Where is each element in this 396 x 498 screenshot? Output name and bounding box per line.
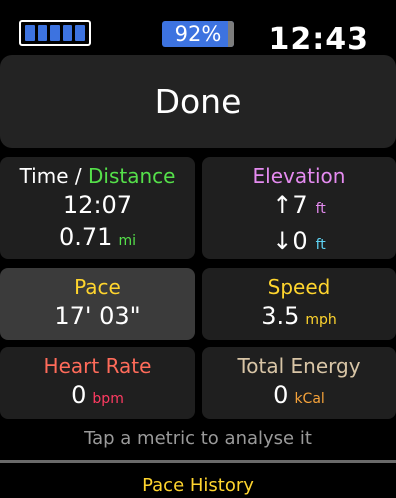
heart-rate-row: 0 bpm [0,379,195,415]
ascent-value: 7 [292,191,308,219]
battery-cell [25,25,35,41]
heart-rate-title: Heart Rate [43,354,152,378]
speed-title: Speed [267,275,331,299]
total-energy-tile[interactable]: Total Energy 0 kCal [202,347,396,419]
done-button[interactable]: Done [0,55,396,148]
battery-percent: 92% [174,22,222,46]
time-title: Time [19,164,69,188]
total-energy-title: Total Energy [237,354,361,378]
ascent-row: ↑7 ft [202,189,396,225]
descent-arrow-icon: ↓ [272,227,293,255]
distance-unit: mi [118,233,136,249]
pace-title: Pace [74,275,121,299]
battery-cell [50,25,60,41]
speed-row: 3.5 mph [202,300,396,336]
distance-title: Distance [87,164,176,188]
descent-value: 0 [292,227,308,255]
descent-row: ↓0 ft [202,225,396,261]
pace-history-link[interactable]: Pace History [0,474,396,498]
battery-cell [75,25,85,41]
speed-unit: mph [305,312,337,328]
total-energy-row: 0 kCal [202,379,396,415]
battery-percent-badge: 92% [162,21,234,47]
pace-value: 17' 03" [54,302,141,330]
clock: 12:43 [268,22,369,57]
hint-text: Tap a metric to analyse it [84,428,312,449]
time-value: 12:07 [62,191,133,219]
time-distance-tile[interactable]: Time / Distance 12:07 0.71 mi [0,157,195,259]
ascent-arrow-icon: ↑ [272,191,293,219]
heart-rate-unit: bpm [92,391,124,407]
battery-icon [19,20,91,46]
battery-cell [37,25,48,41]
heart-rate-value: 0 [71,381,87,409]
battery-cell [62,25,73,41]
battery-remaining-fill [228,21,234,47]
time-distance-title: Time / Distance [0,157,195,189]
elevation-tile[interactable]: Elevation ↑7 ft ↓0 ft [202,157,396,259]
total-energy-unit: kCal [294,391,325,407]
pace-tile[interactable]: Pace 17' 03" [0,268,195,340]
total-energy-value: 0 [273,381,289,409]
title-separator: / [74,164,82,188]
speed-tile[interactable]: Speed 3.5 mph [202,268,396,340]
elevation-title: Elevation [252,164,346,188]
speed-value: 3.5 [261,302,300,330]
distance-value: 0.71 [59,223,113,251]
divider [0,460,396,463]
descent-unit: ft [315,237,326,253]
heart-rate-tile[interactable]: Heart Rate 0 bpm [0,347,195,419]
distance-row: 0.71 mi [0,221,195,257]
ascent-unit: ft [315,201,326,217]
